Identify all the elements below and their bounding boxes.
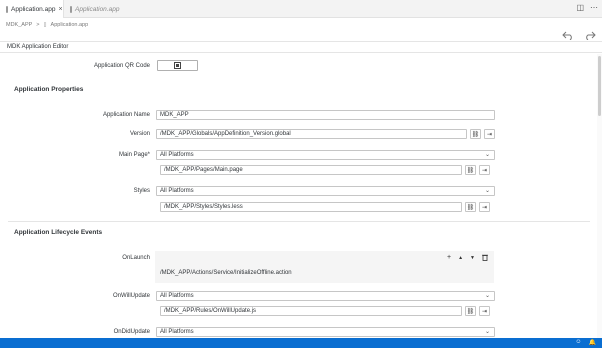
- editor-tab-bar: Application.app × Application.app ◫ ⋯: [0, 0, 602, 18]
- browse-icon[interactable]: ⇥: [479, 306, 490, 316]
- scrollbar-thumb[interactable]: [598, 56, 601, 116]
- tab-application-app[interactable]: Application.app ×: [0, 0, 64, 18]
- onlaunch-action-value[interactable]: /MDK_APP/Actions/Service/InitializeOffli…: [160, 270, 292, 276]
- breadcrumb: MDK_APP > ▯ Application.app: [6, 20, 88, 30]
- split-editor-icon[interactable]: ◫: [576, 3, 584, 12]
- qr-code-button[interactable]: [157, 60, 198, 71]
- main-page-platform-value: All Platforms: [160, 152, 194, 158]
- onlaunch-label: OnLaunch: [122, 255, 150, 261]
- main-page-platform-select[interactable]: All Platforms ⌄: [156, 150, 495, 160]
- add-icon[interactable]: +: [447, 254, 451, 263]
- onwillupdate-input[interactable]: /MDK_APP/Rules/OnWillUpdate.js: [160, 306, 462, 316]
- qr-code-icon: [174, 62, 181, 69]
- section-application-properties: Application Properties: [14, 86, 84, 93]
- notifications-icon[interactable]: 🔔: [589, 339, 596, 346]
- application-name-input[interactable]: MDK_APP: [156, 110, 495, 120]
- chevron-down-icon: ⌄: [484, 152, 490, 158]
- version-input[interactable]: /MDK_APP/Globals/AppDefinition_Version.g…: [156, 129, 467, 139]
- tab-application-app-preview[interactable]: Application.app: [64, 0, 122, 18]
- onlaunch-panel: + ▲ ▼ /MDK_APP/Actions/Service/Initializ…: [155, 251, 494, 283]
- styles-platform-select[interactable]: All Platforms ⌄: [156, 186, 495, 196]
- more-actions-icon[interactable]: ⋯: [590, 3, 598, 12]
- styles-label: Styles: [133, 188, 150, 194]
- version-label: Version: [129, 131, 150, 137]
- onwillupdate-label: OnWillUpdate: [112, 293, 150, 299]
- redo-icon[interactable]: [584, 30, 596, 40]
- file-icon: [6, 5, 8, 13]
- file-icon: [70, 5, 72, 13]
- link-icon[interactable]: ⛓: [465, 165, 476, 175]
- link-icon[interactable]: ⛓: [470, 129, 481, 139]
- main-page-input[interactable]: /MDK_APP/Pages/Main.page: [160, 165, 462, 175]
- styles-platform-value: All Platforms: [160, 188, 194, 194]
- feedback-icon[interactable]: ☺: [575, 339, 581, 346]
- chevron-down-icon: ⌄: [484, 188, 490, 194]
- breadcrumb-file[interactable]: Application.app: [51, 22, 89, 28]
- file-icon: ▯: [43, 22, 47, 28]
- chevron-down-icon: ⌄: [484, 329, 490, 335]
- application-name-label: Application Name: [102, 112, 150, 118]
- close-icon[interactable]: ×: [58, 6, 62, 13]
- status-bar: ☺ 🔔: [0, 338, 602, 348]
- styles-input[interactable]: /MDK_APP/Styles/Styles.less: [160, 202, 462, 212]
- move-up-icon[interactable]: ▲: [458, 254, 463, 263]
- undo-icon[interactable]: [562, 30, 574, 40]
- main-page-label: Main Page*: [118, 152, 150, 158]
- status-bar-items: ☺ 🔔: [575, 339, 596, 346]
- qr-code-label: Application QR Code: [93, 63, 150, 69]
- section-divider: [8, 221, 590, 222]
- delete-icon[interactable]: [482, 254, 488, 263]
- ondidupdate-label: OnDidUpdate: [113, 329, 150, 335]
- browse-icon[interactable]: ⇥: [479, 165, 490, 175]
- browse-icon[interactable]: ⇥: [479, 202, 490, 212]
- tab-label: Application.app: [75, 5, 120, 13]
- onwillupdate-platform-select[interactable]: All Platforms ⌄: [156, 291, 495, 301]
- onwillupdate-platform-value: All Platforms: [160, 293, 194, 299]
- ondidupdate-platform-select[interactable]: All Platforms ⌄: [156, 327, 495, 337]
- ondidupdate-platform-value: All Platforms: [160, 329, 194, 335]
- onlaunch-tools: + ▲ ▼: [447, 254, 488, 263]
- vertical-scrollbar[interactable]: [597, 54, 602, 338]
- link-icon[interactable]: ⛓: [465, 306, 476, 316]
- browse-icon[interactable]: ⇥: [484, 129, 495, 139]
- move-down-icon[interactable]: ▼: [470, 254, 475, 263]
- editor-form: Application QR Code Application Properti…: [0, 54, 602, 338]
- breadcrumb-root[interactable]: MDK_APP: [6, 22, 32, 28]
- tab-label: Application.app: [11, 5, 56, 13]
- tabbar-actions: ◫ ⋯: [576, 3, 598, 12]
- editor-title: MDK Application Editor: [0, 41, 602, 53]
- chevron-down-icon: ⌄: [484, 293, 490, 299]
- breadcrumb-separator: >: [36, 22, 40, 28]
- section-application-lifecycle-events: Application Lifecycle Events: [14, 229, 103, 236]
- link-icon[interactable]: ⛓: [465, 202, 476, 212]
- undo-redo-group: [562, 30, 596, 40]
